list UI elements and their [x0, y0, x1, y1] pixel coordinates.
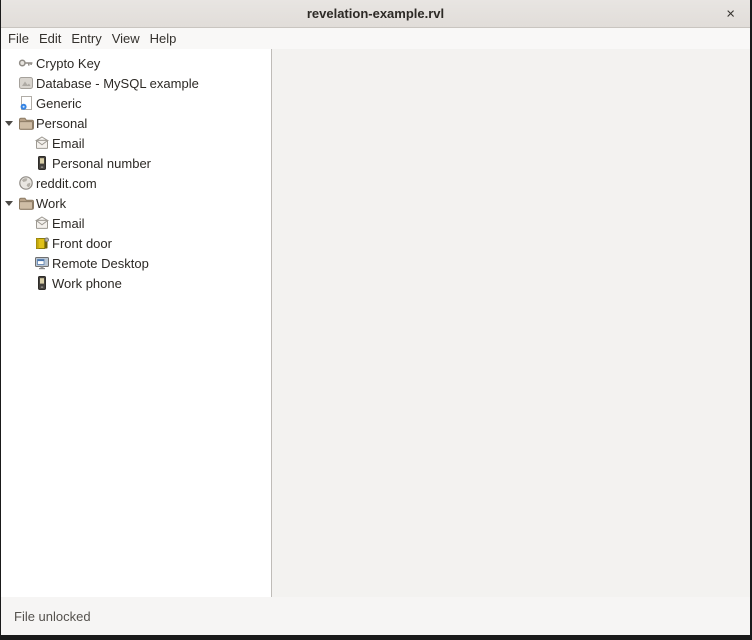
tree-row-remote-desktop[interactable]: Remote Desktop	[1, 253, 271, 273]
tree-row-work-phone[interactable]: Work phone	[1, 273, 271, 293]
tree-row-personal-folder[interactable]: Personal	[1, 113, 271, 133]
database-icon	[18, 75, 34, 91]
tree-row-database[interactable]: Database - MySQL example	[1, 73, 271, 93]
expander-spacer	[5, 75, 18, 91]
folder-icon	[18, 115, 34, 131]
door-icon	[34, 235, 50, 251]
tree-row-reddit[interactable]: reddit.com	[1, 173, 271, 193]
menu-entry[interactable]: Entry	[66, 29, 106, 48]
expander-spacer	[21, 155, 34, 171]
tree-item-label: Remote Desktop	[52, 256, 149, 271]
menu-edit[interactable]: Edit	[34, 29, 66, 48]
entry-tree-panel[interactable]: Crypto Key Database - MySQL example	[1, 49, 272, 597]
expander-arrow-icon[interactable]	[5, 115, 18, 131]
expander-arrow-icon[interactable]	[5, 195, 18, 211]
expander-spacer	[5, 55, 18, 71]
tree-item-label: reddit.com	[36, 176, 97, 191]
key-icon	[18, 55, 34, 71]
tree-item-label: Work phone	[52, 276, 122, 291]
menu-help[interactable]: Help	[145, 29, 182, 48]
tree-item-label: Email	[52, 216, 85, 231]
main-content: Crypto Key Database - MySQL example	[1, 49, 750, 597]
folder-icon	[18, 195, 34, 211]
titlebar[interactable]: revelation-example.rvl ×	[1, 0, 750, 28]
expander-spacer	[21, 235, 34, 251]
phone-icon	[34, 155, 50, 171]
tree-item-label: Work	[36, 196, 66, 211]
window-title: revelation-example.rvl	[307, 6, 444, 21]
email-icon	[34, 215, 50, 231]
tree-item-label: Front door	[52, 236, 112, 251]
phone-icon	[34, 275, 50, 291]
tree-row-work-email[interactable]: Email	[1, 213, 271, 233]
tree-row-generic[interactable]: Generic	[1, 93, 271, 113]
email-icon	[34, 135, 50, 151]
website-globe-icon	[18, 175, 34, 191]
expander-spacer	[21, 215, 34, 231]
tree-item-label: Email	[52, 136, 85, 151]
tree-row-front-door[interactable]: Front door	[1, 233, 271, 253]
close-button[interactable]: ×	[721, 4, 740, 23]
tree-row-work-folder[interactable]: Work	[1, 193, 271, 213]
expander-spacer	[5, 95, 18, 111]
tree-item-label: Crypto Key	[36, 56, 100, 71]
tree-row-crypto-key[interactable]: Crypto Key	[1, 53, 271, 73]
app-window: revelation-example.rvl × File Edit Entry…	[1, 0, 750, 635]
expander-spacer	[5, 175, 18, 191]
status-text: File unlocked	[14, 609, 91, 624]
detail-pane	[272, 49, 750, 597]
expander-spacer	[21, 255, 34, 271]
tree-row-personal-email[interactable]: Email	[1, 133, 271, 153]
expander-spacer	[21, 135, 34, 151]
generic-icon	[18, 95, 34, 111]
statusbar: File unlocked	[1, 597, 750, 635]
tree-item-label: Generic	[36, 96, 82, 111]
menu-view[interactable]: View	[107, 29, 145, 48]
menubar: File Edit Entry View Help	[1, 28, 750, 49]
remote-desktop-icon	[34, 255, 50, 271]
expander-spacer	[21, 275, 34, 291]
tree-item-label: Personal number	[52, 156, 151, 171]
menu-file[interactable]: File	[3, 29, 34, 48]
tree-item-label: Database - MySQL example	[36, 76, 199, 91]
tree-row-personal-number[interactable]: Personal number	[1, 153, 271, 173]
tree-item-label: Personal	[36, 116, 87, 131]
